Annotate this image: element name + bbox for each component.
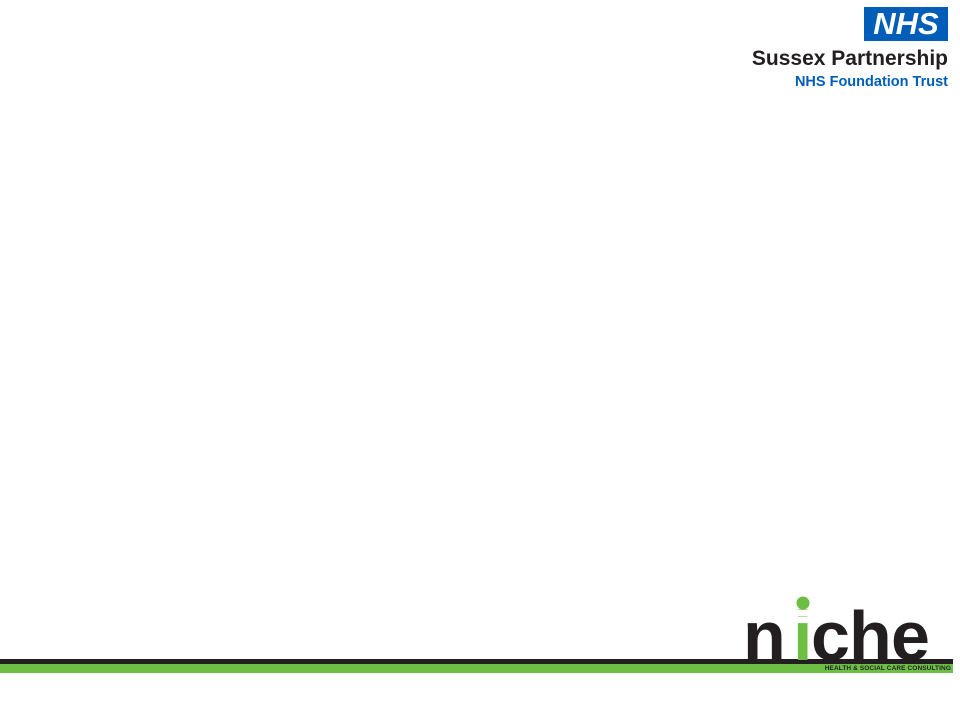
niche-letter-h: h [849,597,892,662]
trust-name: Sussex Partnership [751,47,948,70]
trust-subtitle: NHS Foundation Trust [794,74,948,90]
niche-letter-n: n [745,597,786,662]
nhs-logo: NHS [864,7,948,41]
niche-letter-i: i [793,597,812,662]
niche-logo: n i c h e [745,596,930,662]
niche-letter-e: e [891,597,930,662]
footer-green-bar [0,664,953,673]
niche-letter-c: c [811,597,850,662]
niche-tagline: HEALTH & SOCIAL CARE CONSULTING [824,665,951,672]
